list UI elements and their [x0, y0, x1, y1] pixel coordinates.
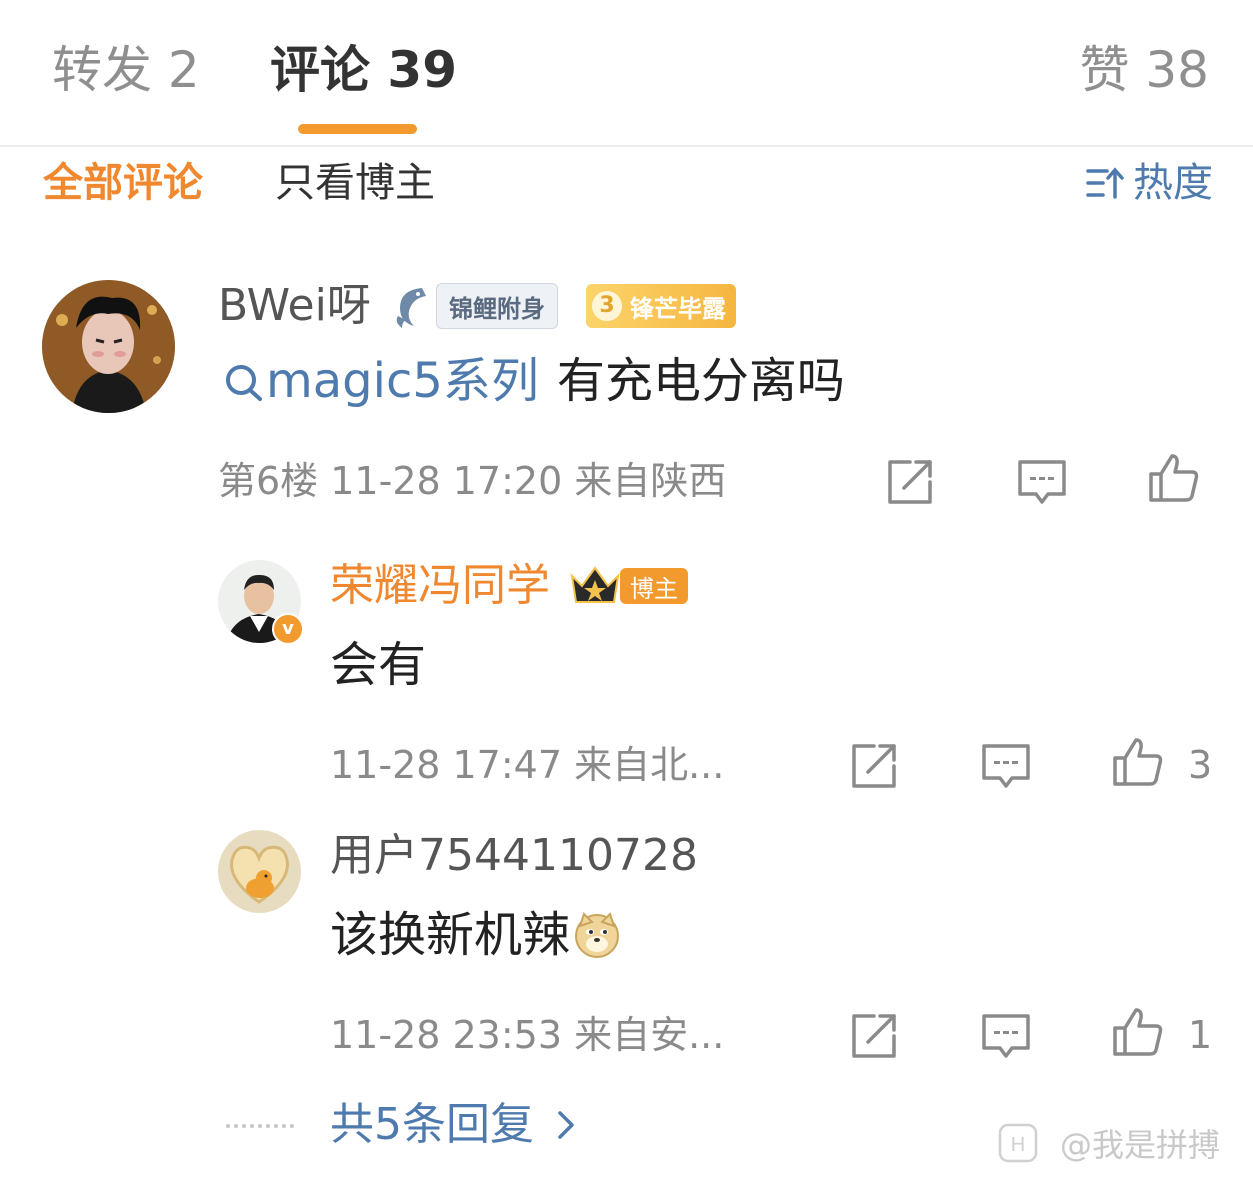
reply-meta: 11-28 17:47 来自北... [330, 743, 725, 787]
level-shield-icon: 3 [592, 291, 622, 321]
like-icon[interactable] [1148, 452, 1200, 504]
share-icon[interactable] [848, 1010, 900, 1062]
tab-comments[interactable]: 评论 39 [270, 40, 457, 100]
like-icon[interactable] [1112, 1006, 1164, 1058]
comment-username[interactable]: BWei呀 [218, 280, 371, 332]
share-icon[interactable] [848, 740, 900, 792]
filter-all-comments[interactable]: 全部评论 [43, 158, 203, 208]
verified-badge-icon: v [272, 613, 304, 645]
comment-icon[interactable] [980, 1010, 1032, 1062]
reply-text: 会有 [330, 637, 427, 693]
reply-username[interactable]: 荣耀冯同学 [330, 560, 550, 612]
badge-koi-label: 锦鲤附身 [449, 294, 545, 323]
comment-text: magic5系列 有充电分离吗 [222, 352, 845, 410]
tab-likes[interactable]: 赞 38 [1079, 40, 1209, 100]
more-replies-label: 共5条回复 [330, 1099, 534, 1150]
comment-body: 有充电分离吗 [556, 353, 845, 409]
doge-emoji-icon [575, 912, 620, 958]
reply-body: 该换新机辣 [330, 907, 571, 963]
op-badge: 博主 [568, 564, 688, 608]
level-badge-label: 锋芒毕露 [630, 294, 726, 323]
sort-icon [1086, 167, 1124, 199]
reply-text: 该换新机辣 [330, 906, 622, 964]
more-replies-link[interactable]: 共5条回复 [330, 1098, 584, 1152]
sort-by-heat-button[interactable]: 热度 [1085, 158, 1213, 208]
chevron-right-icon [558, 1111, 574, 1139]
level-badge: 3 锋芒毕露 [586, 284, 736, 328]
watermark-logo-icon: H [998, 1123, 1038, 1163]
crown-icon [570, 566, 620, 603]
op-badge-label: 博主 [630, 574, 678, 603]
koi-badge: 锦鲤附身 [392, 282, 558, 330]
sort-label: 热度 [1133, 160, 1213, 206]
like-count: 3 [1188, 743, 1213, 787]
topic-label: magic5系列 [266, 353, 539, 409]
comment-icon[interactable] [980, 740, 1032, 792]
koi-fish-icon [396, 288, 426, 328]
topic-link[interactable]: magic5系列 [222, 352, 539, 410]
like-icon[interactable] [1112, 736, 1164, 788]
svg-text:H: H [1011, 1134, 1025, 1156]
tab-repost[interactable]: 转发 2 [52, 40, 200, 100]
comment-icon[interactable] [1016, 456, 1068, 508]
active-tab-indicator [298, 124, 417, 134]
dotted-separator [226, 1124, 294, 1128]
divider [0, 145, 1253, 147]
reply-avatar[interactable] [218, 830, 301, 913]
comment-meta: 第6楼 11-28 17:20 来自陕西 [218, 459, 727, 503]
watermark: H @我是拼搏 [998, 1120, 1220, 1166]
share-icon[interactable] [884, 456, 936, 508]
filter-op-only[interactable]: 只看博主 [275, 158, 435, 208]
watermark-text: @我是拼搏 [1060, 1126, 1221, 1164]
reply-username[interactable]: 用户7544110728 [330, 830, 698, 882]
reply-meta: 11-28 23:53 来自安... [330, 1013, 725, 1057]
avatar-image [42, 280, 175, 413]
search-icon [226, 365, 262, 401]
like-count: 1 [1188, 1013, 1213, 1057]
reply-avatar-image [218, 830, 301, 913]
avatar[interactable] [42, 280, 175, 413]
